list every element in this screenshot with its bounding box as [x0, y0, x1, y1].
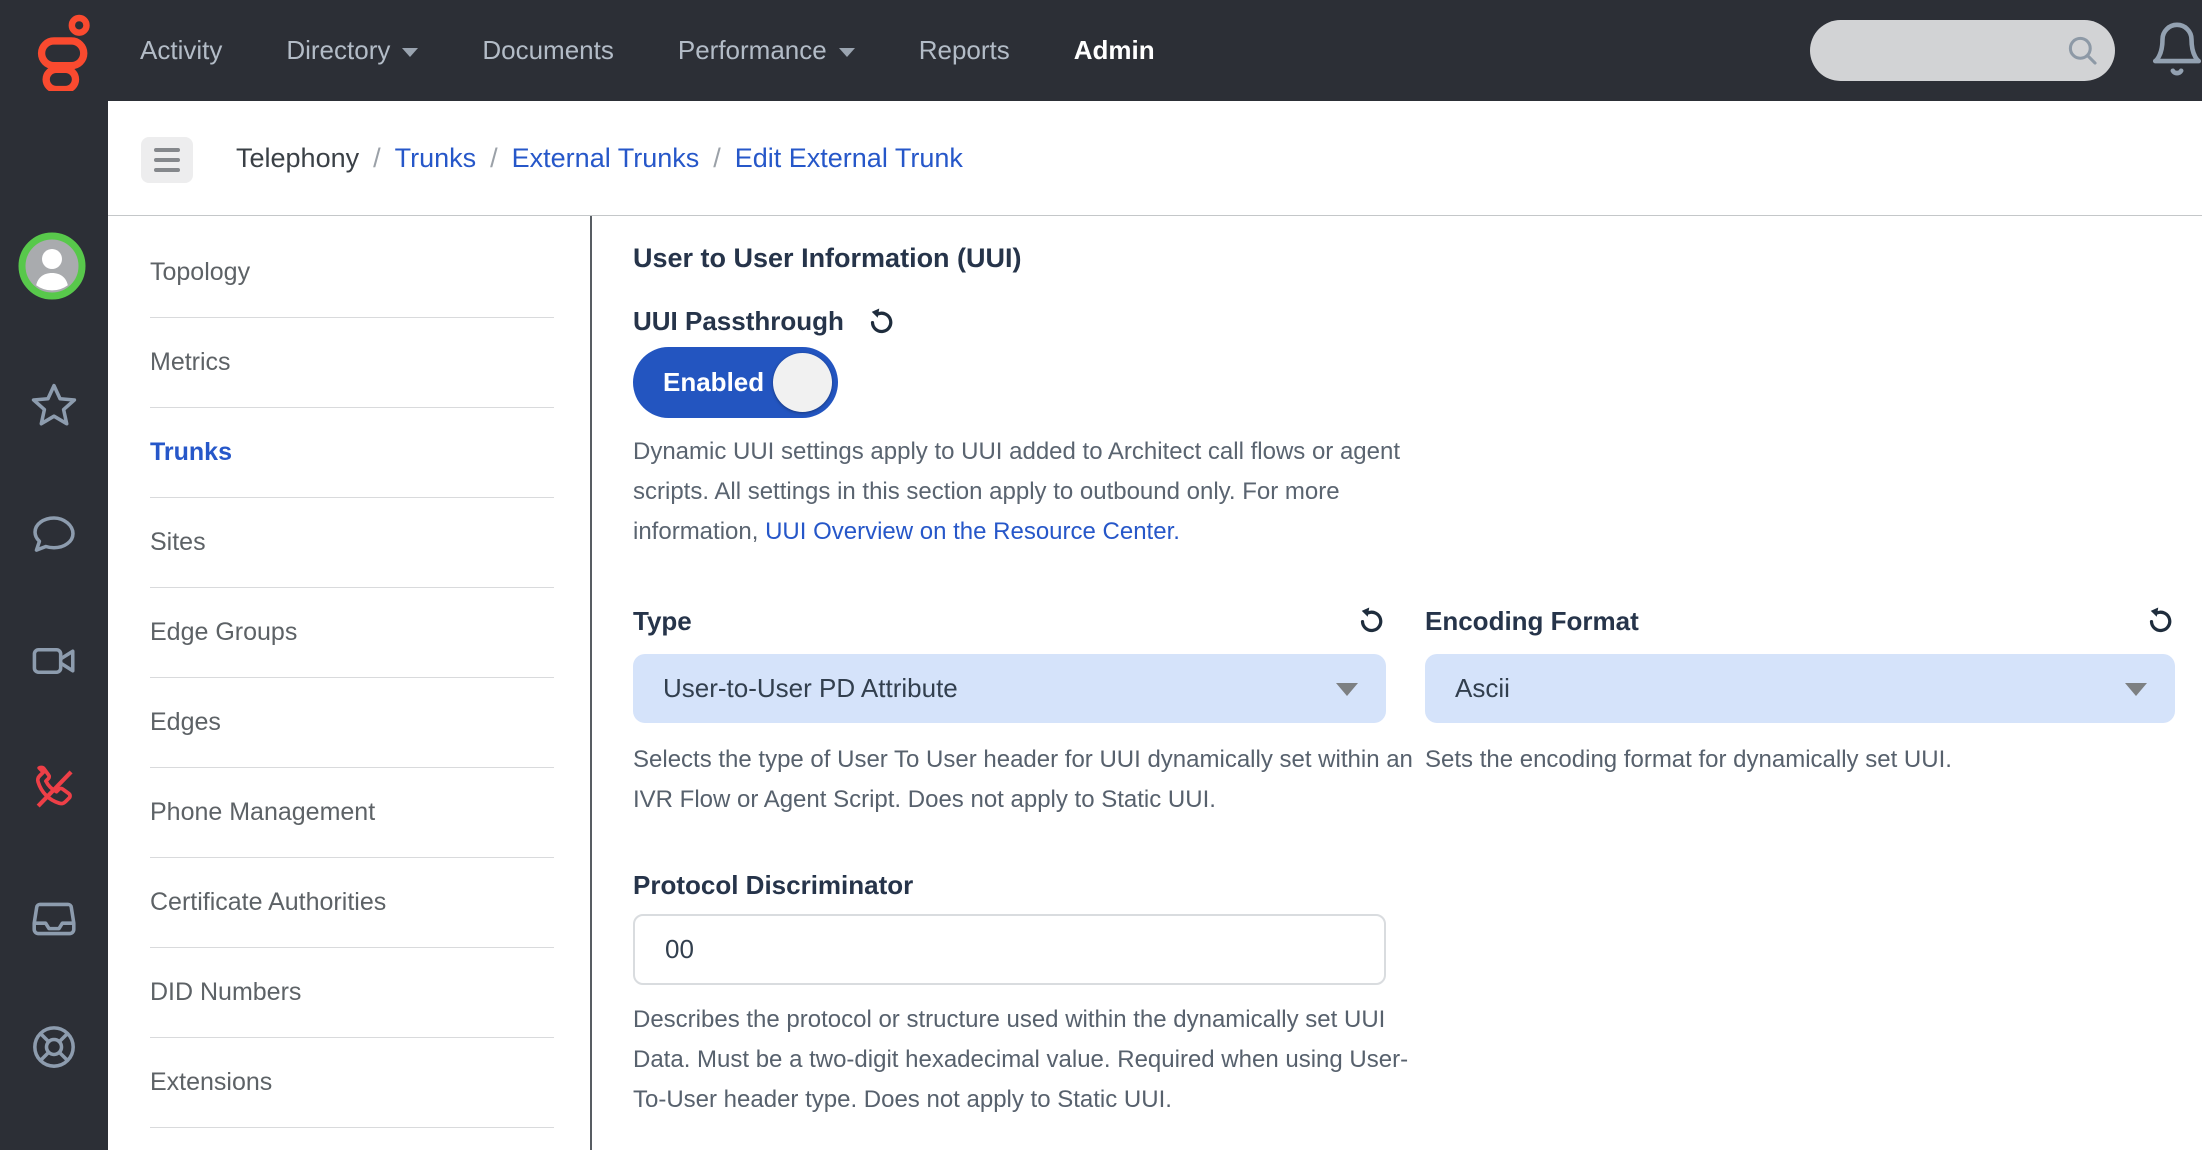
search-input[interactable]	[1830, 28, 2050, 72]
chevron-down-icon	[839, 48, 855, 57]
favorites-button[interactable]	[29, 381, 79, 431]
type-help-text: Selects the type of User To User header …	[633, 740, 1425, 820]
sidebar-item-topology[interactable]: Topology	[150, 228, 554, 318]
protocol-discriminator-help-text: Describes the protocol or structure used…	[633, 1000, 1433, 1120]
breadcrumb: Telephony / Trunks / External Trunks / E…	[236, 101, 963, 215]
profile-avatar[interactable]	[18, 232, 86, 300]
toggle-knob	[773, 353, 832, 412]
chat-button[interactable]	[29, 509, 79, 559]
sidebar-item-did-numbers[interactable]: DID Numbers	[150, 948, 554, 1038]
inbox-button[interactable]	[29, 894, 79, 944]
protocol-discriminator-label: Protocol Discriminator	[633, 870, 913, 901]
sidebar-item-edge-groups[interactable]: Edge Groups	[150, 588, 554, 678]
sidebar-item-certificate-authorities[interactable]: Certificate Authorities	[150, 858, 554, 948]
life-buoy-icon	[29, 1022, 79, 1072]
sidebar-divider	[590, 216, 592, 1150]
chevron-down-icon	[2125, 683, 2147, 696]
breadcrumb-separator: /	[373, 143, 381, 174]
breadcrumb-edit-external-trunk-link[interactable]: Edit External Trunk	[735, 143, 963, 174]
nav-label: Reports	[919, 35, 1010, 66]
type-reset-icon[interactable]	[1356, 606, 1386, 636]
nav-label: Activity	[140, 35, 222, 66]
uui-passthrough-reset-icon[interactable]	[866, 307, 896, 337]
chat-bubble-icon	[29, 509, 79, 559]
type-label: Type	[633, 606, 692, 637]
sidebar-item-metrics[interactable]: Metrics	[150, 318, 554, 408]
nav-label: Performance	[678, 35, 827, 66]
uui-passthrough-field: UUI Passthrough	[633, 306, 896, 337]
video-camera-icon	[29, 636, 79, 686]
top-navigation-bar: Activity Directory Documents Performance…	[0, 0, 2202, 101]
protocol-discriminator-input[interactable]	[633, 914, 1386, 985]
hamburger-icon	[154, 148, 180, 152]
encoding-format-label: Encoding Format	[1425, 606, 1639, 637]
global-search	[1810, 20, 2115, 81]
nav-item-documents[interactable]: Documents	[482, 35, 614, 66]
nav-item-directory[interactable]: Directory	[286, 35, 418, 66]
encoding-format-reset-icon[interactable]	[2145, 606, 2175, 636]
uui-passthrough-label: UUI Passthrough	[633, 306, 844, 337]
sidebar-item-phone-management[interactable]: Phone Management	[150, 768, 554, 858]
bell-icon	[2148, 20, 2202, 78]
telephony-sidebar-menu: Topology Metrics Trunks Sites Edge Group…	[150, 228, 554, 1128]
type-field: Type User-to-User PD Attribute Selects t…	[633, 604, 1386, 820]
video-button[interactable]	[29, 636, 79, 686]
sidebar-item-edges[interactable]: Edges	[150, 678, 554, 768]
star-icon	[29, 381, 79, 431]
genesys-logo-icon	[26, 11, 92, 91]
breadcrumb-external-trunks-link[interactable]: External Trunks	[512, 143, 700, 174]
breadcrumb-separator: /	[713, 143, 721, 174]
top-nav-items: Activity Directory Documents Performance…	[140, 0, 1155, 101]
support-button[interactable]	[29, 1022, 79, 1072]
phone-slash-icon	[29, 764, 79, 814]
encoding-format-select[interactable]: Ascii	[1425, 654, 2175, 723]
sidebar-item-sites[interactable]: Sites	[150, 498, 554, 588]
breadcrumb-divider	[108, 215, 2202, 216]
type-select[interactable]: User-to-User PD Attribute	[633, 654, 1386, 723]
sidebar-item-trunks[interactable]: Trunks	[150, 408, 554, 498]
nav-item-performance[interactable]: Performance	[678, 35, 855, 66]
notifications-button[interactable]	[2148, 20, 2202, 78]
encoding-format-help-text: Sets the encoding format for dynamically…	[1425, 740, 2175, 780]
toggle-state-label: Enabled	[633, 367, 764, 398]
search-icon	[2065, 33, 2100, 68]
nav-label: Admin	[1074, 35, 1155, 66]
nav-item-activity[interactable]: Activity	[140, 35, 222, 66]
uui-overview-link[interactable]: UUI Overview on the Resource Center.	[765, 518, 1180, 545]
nav-item-reports[interactable]: Reports	[919, 35, 1010, 66]
app-window: Activity Directory Documents Performance…	[0, 0, 2202, 1150]
uui-passthrough-toggle[interactable]: Enabled	[633, 347, 838, 418]
encoding-format-field: Encoding Format Ascii Sets the encoding …	[1425, 604, 2175, 780]
nav-item-admin[interactable]: Admin	[1074, 35, 1155, 66]
inbox-tray-icon	[29, 894, 79, 944]
chevron-down-icon	[1336, 683, 1358, 696]
menu-toggle-button[interactable]	[141, 137, 193, 183]
chevron-down-icon	[402, 48, 418, 57]
section-title: User to User Information (UUI)	[633, 243, 1022, 274]
breadcrumb-separator: /	[490, 143, 498, 174]
avatar-icon	[18, 232, 86, 300]
breadcrumb-telephony: Telephony	[236, 143, 359, 174]
nav-label: Directory	[286, 35, 390, 66]
type-select-value: User-to-User PD Attribute	[663, 673, 958, 704]
nav-label: Documents	[482, 35, 614, 66]
uui-description: Dynamic UUI settings apply to UUI added …	[633, 432, 1421, 552]
breadcrumb-trunks-link[interactable]: Trunks	[395, 143, 477, 174]
genesys-logo[interactable]	[26, 11, 92, 91]
encoding-format-select-value: Ascii	[1455, 673, 1510, 704]
left-icon-rail	[0, 101, 108, 1150]
phone-disabled-button[interactable]	[29, 764, 79, 814]
sidebar-item-extensions[interactable]: Extensions	[150, 1038, 554, 1128]
